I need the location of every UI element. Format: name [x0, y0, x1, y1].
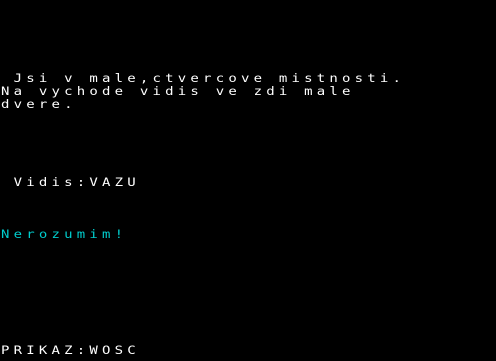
- game-screen: Jsi v male,ctvercove mistnosti. Na vycho…: [0, 0, 496, 361]
- room-description-line-3: dvere.: [1, 98, 77, 112]
- room-description-line-1: Jsi v male,ctvercove mistnosti.: [1, 72, 406, 86]
- visible-items-text: Vidis:VAZU: [1, 176, 140, 190]
- text-adventure-display: Jsi v male,ctvercove mistnosti. Na vycho…: [0, 0, 496, 361]
- command-prompt-input[interactable]: PRIKAZ:WOSC: [1, 345, 140, 356]
- room-description-line-2: Na vychode vidis ve zdi male: [1, 85, 355, 99]
- parser-response-text: Nerozumim!: [1, 228, 128, 242]
